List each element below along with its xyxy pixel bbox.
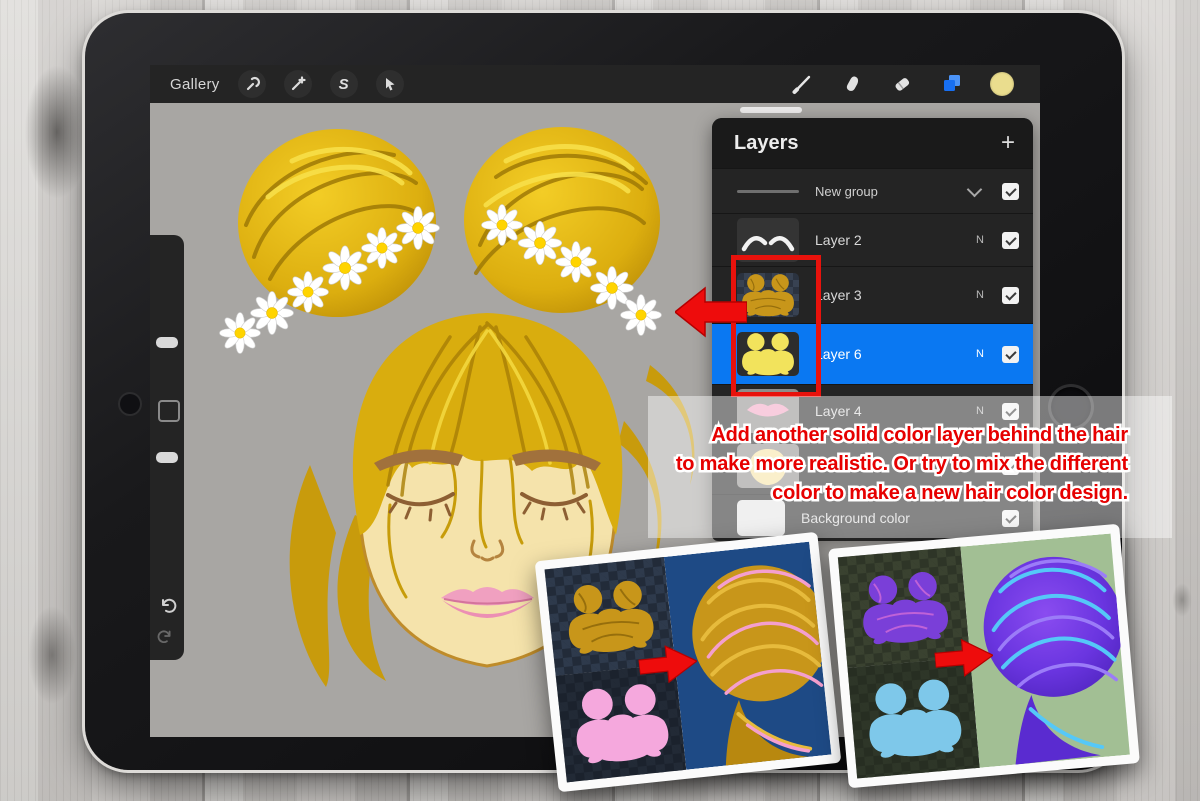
group-thumbnail (737, 190, 799, 193)
blend-mode-badge[interactable]: N (966, 289, 994, 301)
smudge-icon[interactable] (840, 72, 864, 96)
annotation-text: Add another solid color layer behind the… (638, 412, 1140, 508)
selection-s-icon[interactable]: S (330, 70, 358, 98)
actions-wrench-icon[interactable] (238, 70, 266, 98)
color-swatch[interactable] (990, 72, 1014, 96)
brush-opacity-slider[interactable] (156, 452, 178, 463)
transform-arrow-icon[interactable] (376, 70, 404, 98)
layers-panel-header: Layers + (712, 118, 1033, 168)
gallery-button[interactable]: Gallery (170, 76, 220, 93)
red-arrow-left (675, 286, 747, 338)
brush-sidebar (150, 235, 184, 660)
toolbar-left-group: Gallery S (150, 70, 404, 98)
annotation-line-1: Add another solid color layer behind the… (711, 424, 1128, 446)
annotation-line-2: to make more realistic. Or try to mix th… (676, 453, 1129, 475)
screenshot-root: Gallery S (0, 0, 1200, 801)
top-toolbar: Gallery S (150, 65, 1040, 103)
layer-name: Layer 2 (815, 232, 966, 248)
redo-icon[interactable] (157, 627, 175, 645)
modify-button[interactable] (158, 400, 180, 422)
inset-blue-variant (828, 524, 1140, 789)
layers-title: Layers (734, 132, 799, 155)
selection-glyph: S (339, 76, 349, 93)
eraser-icon[interactable] (890, 72, 914, 96)
layer-group-row[interactable]: New group (712, 168, 1033, 213)
annotation-line-3: color to make a new hair color design. (772, 482, 1128, 504)
front-camera (118, 392, 142, 416)
brush-size-slider[interactable] (156, 337, 178, 348)
layers-icon[interactable] (940, 72, 964, 96)
undo-icon[interactable] (157, 595, 177, 615)
layer-name: Layer 3 (815, 287, 966, 303)
adjustments-wand-icon[interactable] (284, 70, 312, 98)
brush-icon[interactable] (790, 72, 814, 96)
chevron-down-icon[interactable] (967, 181, 983, 197)
toolbar-right-group (790, 72, 1040, 96)
group-name: New group (815, 184, 969, 199)
visibility-checkbox[interactable] (1002, 287, 1019, 304)
visibility-checkbox[interactable] (1002, 346, 1019, 363)
blend-mode-badge[interactable]: N (966, 348, 994, 360)
blend-mode-badge[interactable]: N (966, 234, 994, 246)
group-visibility-checkbox[interactable] (1002, 183, 1019, 200)
inset-blue-grid (838, 533, 1130, 778)
red-arrow-right (637, 641, 699, 687)
layer-name: Layer 6 (815, 346, 966, 362)
inset-pink-grid (545, 542, 832, 783)
add-layer-button[interactable]: + (1001, 131, 1015, 155)
visibility-checkbox[interactable] (1002, 232, 1019, 249)
progress-indicator (740, 107, 802, 113)
inset-pink-variant (535, 532, 842, 792)
red-arrow-right (933, 635, 994, 680)
